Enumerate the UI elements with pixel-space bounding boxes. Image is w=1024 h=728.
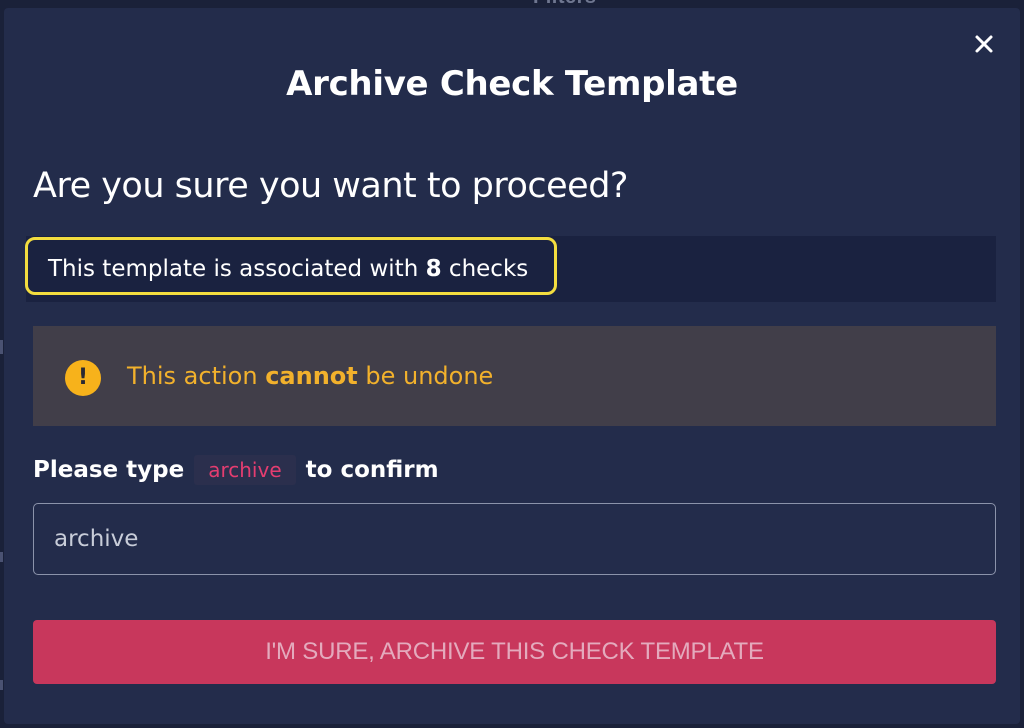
warning-suffix: be undone [357,362,494,390]
confirm-instruction: Please type archive to confirm [33,452,439,488]
info-suffix: checks [441,256,529,282]
background-edge-mark [0,340,3,354]
warning-text: This action cannot be undone [127,362,493,390]
background-edge-mark [0,552,3,562]
close-icon [975,35,993,53]
confirm-prefix: Please type [33,457,185,483]
warning-prefix: This action [127,362,266,390]
warning-banner: ! This action cannot be undone [33,326,996,426]
check-count: 8 [425,256,442,282]
modal-title: Archive Check Template [286,64,738,104]
association-info-text: This template is associated with 8 check… [48,256,528,282]
warning-emphasis: cannot [265,362,358,390]
archive-confirm-button[interactable]: I'M SURE, ARCHIVE THIS CHECK TEMPLATE [33,620,996,684]
confirmation-question: Are you sure you want to proceed? [33,166,629,206]
confirm-text-input[interactable] [33,503,996,575]
background-edge-mark [0,680,3,690]
info-prefix: This template is associated with [48,256,426,282]
confirm-keyword: archive [194,455,296,485]
close-button[interactable] [968,28,1000,60]
exclamation-icon: ! [65,360,101,396]
confirm-suffix: to confirm [305,457,439,483]
